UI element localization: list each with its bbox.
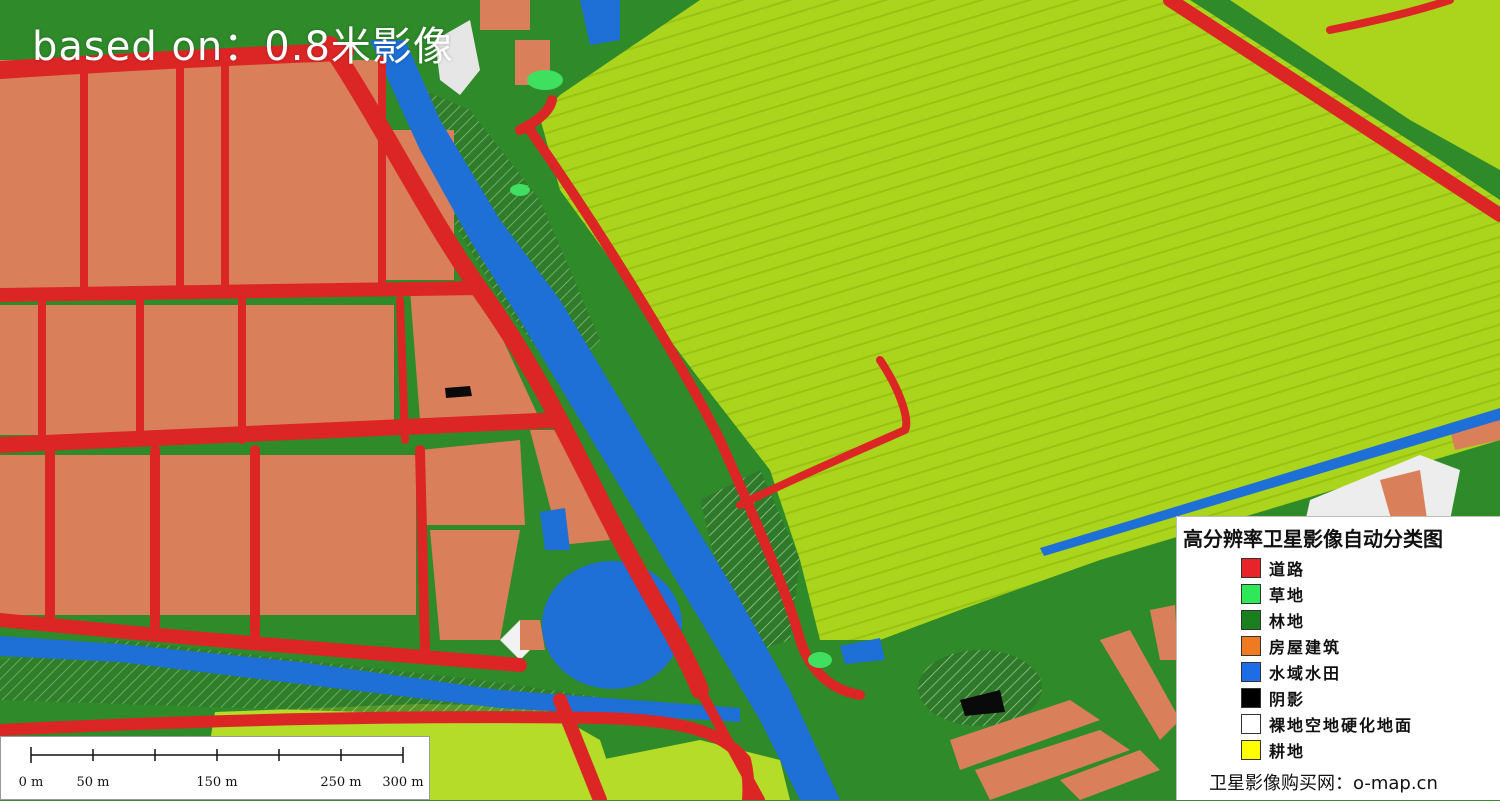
legend-label-grass: 草地: [1269, 586, 1306, 605]
scale-label-250: 250 m: [320, 775, 362, 790]
scale-label-150: 150 m: [196, 775, 238, 790]
legend-label-forest: 林地: [1269, 612, 1306, 631]
legend-item-bare: 裸地空地硬化地面: [1241, 711, 1413, 737]
legend-footer-website: 卫星影像购买网：o-map.cn: [1209, 773, 1438, 794]
legend-swatch-shadow: [1241, 688, 1261, 708]
legend-swatch-cropland: [1241, 740, 1261, 760]
scale-bar: 0 m 50 m 150 m 250 m 300 m: [0, 736, 430, 800]
legend-label-building: 房屋建筑: [1269, 638, 1342, 657]
legend-item-forest: 林地: [1241, 607, 1413, 633]
map-legend: 高分辨率卫星影像自动分类图 道路 草地 林地 房屋建筑 水域水田 阴影 裸地空地…: [1176, 516, 1500, 800]
legend-swatch-forest: [1241, 610, 1261, 630]
legend-label-bare: 裸地空地硬化地面: [1269, 716, 1414, 735]
legend-item-shadow: 阴影: [1241, 685, 1413, 711]
legend-swatch-road: [1241, 558, 1261, 578]
legend-label-road: 道路: [1269, 560, 1306, 579]
legend-swatch-grass: [1241, 584, 1261, 604]
legend-item-building: 房屋建筑: [1241, 633, 1413, 659]
legend-label-cropland: 耕地: [1269, 742, 1306, 761]
hatched-area-small: [918, 650, 1042, 726]
legend-items: 道路 草地 林地 房屋建筑 水域水田 阴影 裸地空地硬化地面 耕地: [1241, 555, 1413, 763]
legend-label-shadow: 阴影: [1269, 690, 1306, 709]
scale-label-300: 300 m: [382, 775, 424, 790]
legend-item-cropland: 耕地: [1241, 737, 1413, 763]
legend-label-water: 水域水田: [1269, 664, 1342, 683]
legend-title: 高分辨率卫星影像自动分类图: [1183, 527, 1443, 551]
legend-item-road: 道路: [1241, 555, 1413, 581]
imagery-resolution-label: based on：0.8米影像: [32, 24, 454, 70]
scale-label-50: 50 m: [76, 775, 110, 790]
legend-swatch-building: [1241, 636, 1261, 656]
legend-item-water: 水域水田: [1241, 659, 1413, 685]
legend-swatch-bare: [1241, 714, 1261, 734]
legend-swatch-water: [1241, 662, 1261, 682]
scale-label-0: 0 m: [18, 775, 44, 790]
scale-bar-ruler: [30, 747, 404, 763]
legend-item-grass: 草地: [1241, 581, 1413, 607]
